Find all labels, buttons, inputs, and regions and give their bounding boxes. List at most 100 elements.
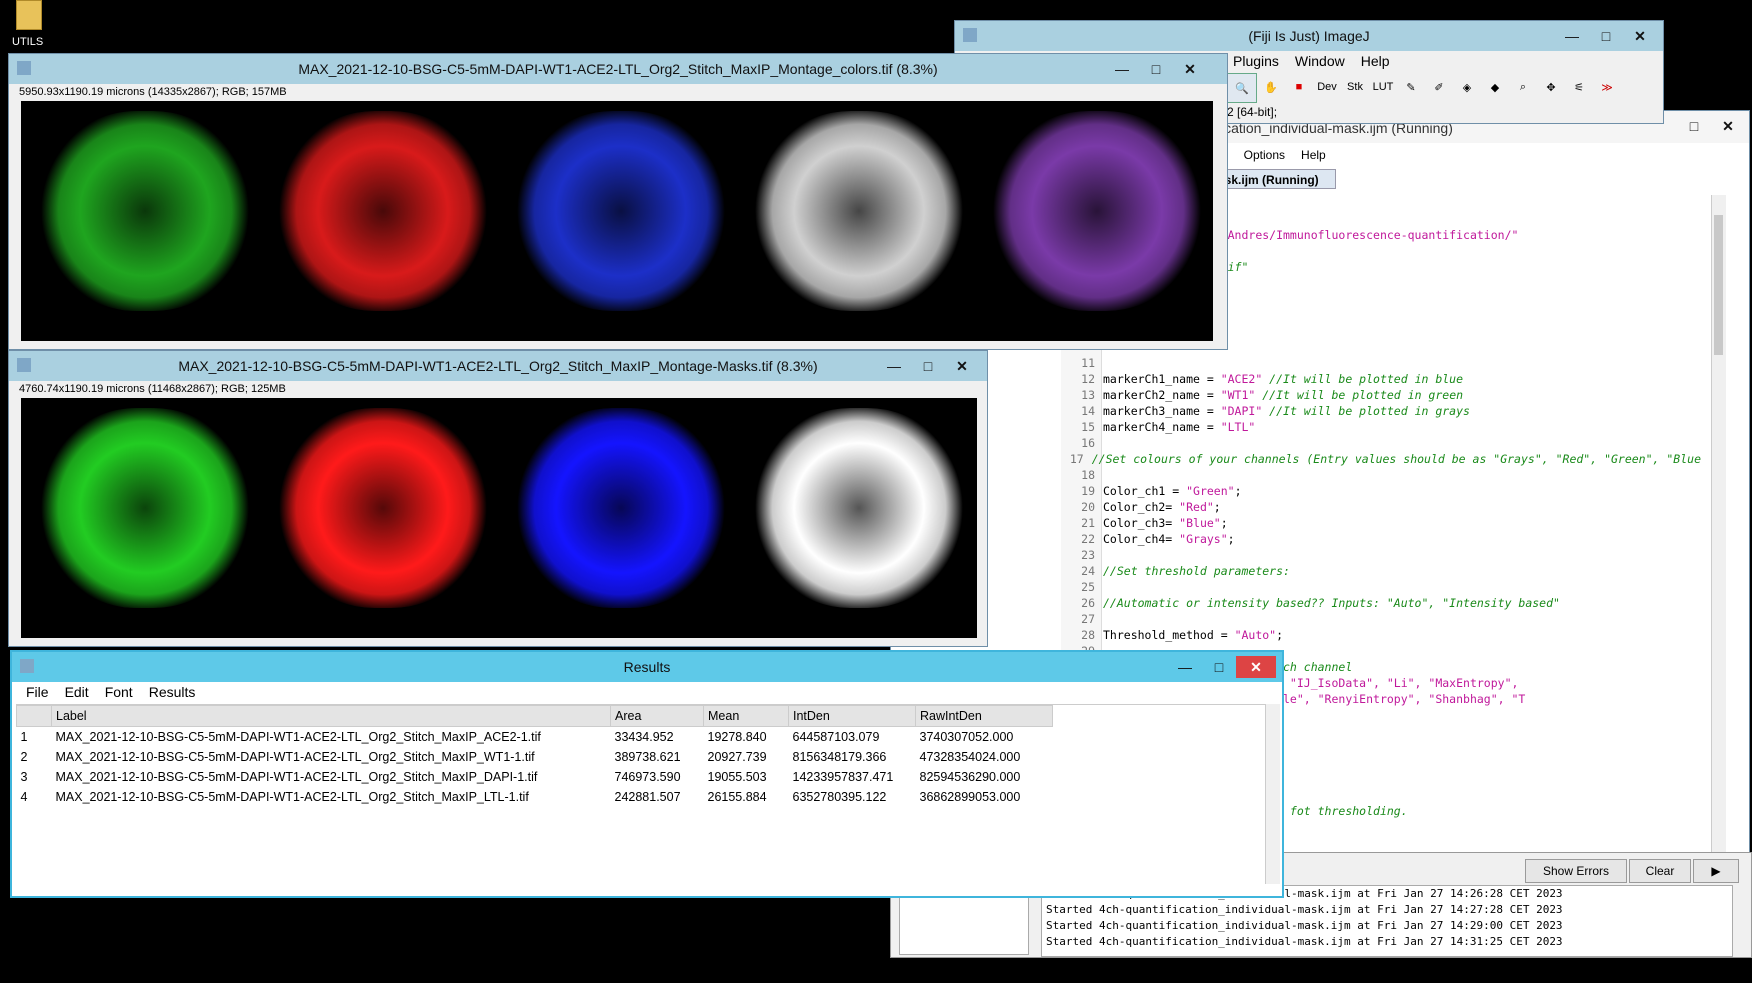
masks-title: MAX_2021-12-10-BSG-C5-5mM-DAPI-WT1-ACE2-…	[178, 358, 818, 374]
code-line: 17 //Set colours of your channels (Entry …	[1061, 451, 1701, 467]
magnifier-tool-icon[interactable]: 🔍	[1227, 73, 1257, 103]
fiji-toolbar: 🔍 ✋ ■ Dev Stk LUT ✎ ✐ ◈ ◆ ⌕ ✥ ⚟ ≫	[1227, 73, 1621, 103]
image-panel	[755, 111, 963, 311]
hand-tool-icon[interactable]: ✋	[1257, 73, 1285, 101]
table-row[interactable]: 3 MAX_2021-12-10-BSG-C5-5mM-DAPI-WT1-ACE2…	[17, 767, 1053, 787]
results-vscrollbar[interactable]	[1265, 704, 1280, 884]
code-line: 14 markerCh3_name = "DAPI" //It will be p…	[1061, 403, 1701, 419]
code-line: 28 Threshold_method = "Auto";	[1061, 627, 1701, 643]
results-menu-file[interactable]: File	[18, 684, 57, 700]
table-cell: 19278.840	[707, 730, 767, 744]
line-number: 21	[1081, 516, 1095, 530]
pencil-icon[interactable]: ✎	[1397, 73, 1425, 101]
line-number: 28	[1081, 628, 1095, 642]
minimize-icon[interactable]: —	[1555, 25, 1589, 47]
colors-image-canvas[interactable]	[21, 101, 1213, 341]
results-window: Results — □ ✕ File Edit Font Results Lab…	[10, 650, 1284, 898]
run-button[interactable]: ▶	[1693, 859, 1739, 883]
results-table: Label Area Mean IntDen RawIntDen 1 MAX_20…	[16, 705, 1053, 807]
code-line: 27	[1061, 611, 1701, 627]
table-cell: 1	[20, 730, 28, 744]
table-row[interactable]: 1 MAX_2021-12-10-BSG-C5-5mM-DAPI-WT1-ACE2…	[17, 727, 1053, 748]
table-cell: MAX_2021-12-10-BSG-C5-5mM-DAPI-WT1-ACE2-…	[55, 730, 541, 744]
table-cell: 3740307052.000	[919, 730, 1014, 744]
maximize-icon[interactable]: □	[1589, 25, 1623, 47]
bucket-icon[interactable]: ◆	[1481, 73, 1509, 101]
editor-menu-help[interactable]: Help	[1293, 148, 1334, 162]
stk-menu-icon[interactable]: Stk	[1341, 73, 1369, 101]
line-number: 26	[1081, 596, 1095, 610]
line-number: 14	[1081, 404, 1095, 418]
clear-button[interactable]: Clear	[1629, 859, 1691, 883]
close-icon[interactable]: ✕	[1711, 115, 1745, 137]
editor-scroll-thumb[interactable]	[1714, 215, 1723, 355]
masks-image-window: MAX_2021-12-10-BSG-C5-5mM-DAPI-WT1-ACE2-…	[8, 350, 988, 647]
col-mean[interactable]: Mean	[703, 705, 789, 727]
line-text: markerCh1_name = "ACE2" //It will be plo…	[1103, 372, 1464, 386]
minimize-icon[interactable]: —	[1168, 656, 1202, 678]
zoom-icon[interactable]: ⌕	[1509, 73, 1537, 101]
code-line: 24 //Set threshold parameters:	[1061, 563, 1701, 579]
table-cell: MAX_2021-12-10-BSG-C5-5mM-DAPI-WT1-ACE2-…	[55, 790, 529, 804]
minimize-icon[interactable]: —	[1105, 58, 1139, 80]
show-errors-button[interactable]: Show Errors	[1525, 859, 1627, 883]
code-line: 20 Color_ch2= "Red";	[1061, 499, 1701, 515]
line-number: 19	[1081, 484, 1095, 498]
results-table-wrap: Label Area Mean IntDen RawIntDen 1 MAX_20…	[16, 704, 1274, 885]
editor-tab-label: ask.ijm (Running)	[1218, 173, 1319, 187]
colors-info: 5950.93x1190.19 microns (14335x2867); RG…	[19, 86, 287, 98]
fiji-menu-plugins[interactable]: Plugins	[1225, 53, 1287, 69]
close-icon[interactable]: ✕	[1236, 656, 1276, 678]
flood-fill-icon[interactable]: ◈	[1453, 73, 1481, 101]
color-picker-icon[interactable]: ■	[1285, 73, 1313, 101]
close-icon[interactable]: ✕	[1623, 25, 1657, 47]
results-menu-results[interactable]: Results	[141, 684, 204, 700]
fiji-menu-help[interactable]: Help	[1353, 53, 1398, 69]
maximize-icon[interactable]: □	[1139, 58, 1173, 80]
editor-menu-options[interactable]: Options	[1236, 148, 1293, 162]
table-row[interactable]: 4 MAX_2021-12-10-BSG-C5-5mM-DAPI-WT1-ACE2…	[17, 787, 1053, 807]
table-row[interactable]: 2 MAX_2021-12-10-BSG-C5-5mM-DAPI-WT1-ACE2…	[17, 747, 1053, 767]
results-menu-edit[interactable]: Edit	[57, 684, 97, 700]
lut-menu-icon[interactable]: LUT	[1369, 73, 1397, 101]
maximize-icon[interactable]: □	[1202, 656, 1236, 678]
line-number: 23	[1081, 548, 1095, 562]
editor-tab[interactable]: ask.ijm (Running)	[1211, 169, 1336, 189]
maximize-icon[interactable]: □	[911, 355, 945, 377]
table-cell: 746973.590	[614, 770, 681, 784]
close-icon[interactable]: ✕	[1173, 58, 1207, 80]
col-label[interactable]: Label	[51, 705, 611, 727]
table-cell: 33434.952	[614, 730, 674, 744]
maximize-icon[interactable]: □	[1677, 115, 1711, 137]
col-rawintden[interactable]: RawIntDen	[915, 705, 1053, 727]
fiji-menu-window[interactable]: Window	[1287, 53, 1353, 69]
minimize-icon[interactable]: —	[877, 355, 911, 377]
masks-image-canvas[interactable]	[21, 398, 977, 638]
table-cell: 82594536290.000	[919, 770, 1021, 784]
wand-icon[interactable]: ⚟	[1565, 73, 1593, 101]
masks-info: 4760.74x1190.19 microns (11468x2867); RG…	[19, 383, 286, 395]
line-number: 24	[1081, 564, 1095, 578]
desktop-folder[interactable]: UTILS	[6, 0, 48, 52]
dev-menu-icon[interactable]: Dev	[1313, 73, 1341, 101]
close-icon[interactable]: ✕	[945, 355, 979, 377]
code-line: 22 Color_ch4= "Grays";	[1061, 531, 1701, 547]
editor-vscrollbar[interactable]	[1711, 195, 1726, 935]
results-menu-font[interactable]: Font	[97, 684, 141, 700]
image-panel	[993, 111, 1201, 311]
more-tools-icon[interactable]: ≫	[1593, 73, 1621, 101]
results-title: Results	[623, 659, 671, 675]
col-area[interactable]: Area	[610, 705, 704, 727]
move-icon[interactable]: ✥	[1537, 73, 1565, 101]
table-cell: 389738.621	[614, 750, 681, 764]
col-intden[interactable]: IntDen	[788, 705, 916, 727]
code-line: 11	[1061, 355, 1701, 371]
results-menubar: File Edit Font Results	[18, 684, 203, 700]
image-panel	[517, 408, 725, 608]
table-cell: 47328354024.000	[919, 750, 1021, 764]
line-text: //Automatic or intensity based?? Inputs:…	[1103, 596, 1560, 610]
line-text: markerCh3_name = "DAPI" //It will be plo…	[1103, 404, 1470, 418]
code-line: 18	[1061, 467, 1701, 483]
brush-icon[interactable]: ✐	[1425, 73, 1453, 101]
colors-image-window: MAX_2021-12-10-BSG-C5-5mM-DAPI-WT1-ACE2-…	[8, 53, 1228, 350]
